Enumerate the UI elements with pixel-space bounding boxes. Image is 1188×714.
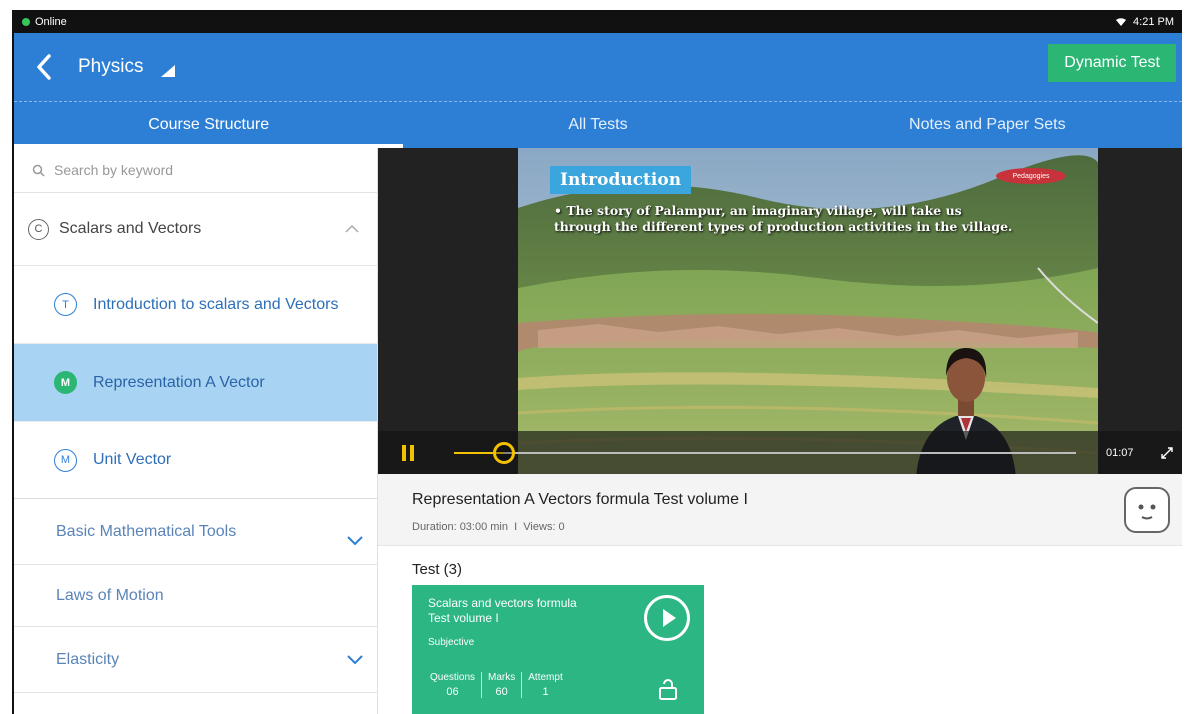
feedback-face-icon[interactable] (1124, 487, 1170, 533)
bullet-icon: • (554, 203, 567, 218)
unlock-icon (659, 679, 677, 700)
topic-label: Introduction to scalars and Vectors (93, 295, 339, 313)
status-bar: Online 4:21 PM (14, 10, 1182, 33)
lesson-duration: Duration: 03:00 min (412, 521, 508, 533)
chapter-label: Scalars and Vectors (59, 220, 202, 237)
test-card-title: Scalars and vectors formula Test volume … (428, 596, 577, 625)
test-stats: Questions 06 Marks 60 Attempt 1 (424, 672, 569, 698)
chevron-down-icon[interactable] (347, 654, 363, 665)
dynamic-test-button[interactable]: Dynamic Test (1048, 44, 1176, 82)
tab-course-structure[interactable]: Course Structure (14, 102, 404, 148)
player-controls: 01:07 (378, 431, 1182, 474)
meta-separator: I (511, 521, 524, 533)
section-label: Basic Mathematical Tools (56, 522, 237, 540)
section-label: Laws of Motion (56, 586, 164, 604)
progress-knob[interactable] (492, 442, 515, 464)
topic-label: Unit Vector (93, 451, 172, 468)
progress-track[interactable] (454, 442, 1076, 464)
online-indicator-icon (22, 17, 30, 26)
topic-badge: M (54, 371, 77, 394)
app-window: Online 4:21 PM Physics Dynamic Test Cour… (12, 10, 1182, 714)
pause-button[interactable] (402, 444, 414, 461)
search-input[interactable]: Search by keyword (14, 148, 377, 193)
topic-introduction-to-scalars-and-vectors[interactable]: T Introduction to scalars and Vectors (14, 266, 377, 344)
wifi-icon (1116, 17, 1127, 26)
elapsed-time: 01:07 (1106, 446, 1134, 459)
lesson-title: Representation A Vectors formula Test vo… (412, 491, 748, 508)
test-type: Subjective (428, 637, 475, 648)
tab-all-tests[interactable]: All Tests (403, 102, 792, 148)
pause-icon (402, 444, 406, 461)
topic-unit-vector[interactable]: M Unit Vector (14, 422, 377, 499)
lesson-meta: Duration: 03:00 min I Views: 0 (412, 521, 565, 533)
chevron-up-icon[interactable] (345, 225, 359, 233)
app-header: Physics Dynamic Test (14, 33, 1182, 101)
tests-header: Test (3) (412, 561, 463, 578)
main-content: Introduction • The story of Palampur, an… (378, 148, 1182, 714)
play-button[interactable] (644, 595, 690, 641)
course-sidebar: Search by keyword C Scalars and Vectors … (14, 148, 378, 714)
stat-questions: Questions 06 (424, 672, 483, 698)
test-card[interactable]: Scalars and vectors formula Test volume … (412, 585, 704, 714)
network-status: Online (35, 15, 67, 28)
tab-bar: Course Structure All Tests Notes and Pap… (14, 101, 1182, 148)
brand-logo: Pedagogies (996, 168, 1066, 184)
tab-notes-and-paper-sets[interactable]: Notes and Paper Sets (793, 102, 1182, 148)
slide-text: • The story of Palampur, an imaginary vi… (554, 203, 1013, 234)
slide-heading: Introduction (560, 170, 682, 190)
lesson-info: Representation A Vectors formula Test vo… (378, 474, 1182, 546)
section-laws-of-motion[interactable]: Laws of Motion (14, 565, 377, 627)
back-button[interactable] (14, 33, 74, 101)
video-frame[interactable]: Introduction • The story of Palampur, an… (518, 148, 1098, 474)
chapter-scalars-and-vectors[interactable]: C Scalars and Vectors (14, 193, 377, 266)
section-label: Elasticity (56, 650, 120, 668)
stat-marks: Marks 60 (482, 672, 523, 698)
section-basic-mathematical-tools[interactable]: Basic Mathematical Tools (14, 499, 377, 565)
play-icon (663, 609, 676, 627)
chevron-down-icon[interactable] (347, 535, 363, 546)
search-icon (32, 164, 45, 177)
topic-representation-a-vector[interactable]: M Representation A Vector (14, 344, 377, 422)
chevron-left-icon (37, 54, 51, 80)
topic-label: Representation A Vector (93, 373, 265, 391)
lesson-views: Views: 0 (523, 521, 565, 533)
search-placeholder: Search by keyword (54, 162, 174, 178)
slide-heading-box: Introduction (550, 166, 692, 194)
topic-badge: T (54, 293, 77, 316)
clock: 4:21 PM (1133, 15, 1174, 28)
topic-badge: M (54, 448, 77, 472)
video-player[interactable]: Introduction • The story of Palampur, an… (378, 148, 1182, 474)
stat-attempt: Attempt 1 (528, 672, 563, 698)
section-elasticity[interactable]: Elasticity (14, 627, 377, 693)
dropdown-triangle-icon[interactable] (161, 65, 176, 77)
subject-title[interactable]: Physics (78, 56, 143, 78)
fullscreen-icon[interactable] (1160, 446, 1174, 460)
chapter-badge: C (28, 218, 49, 240)
